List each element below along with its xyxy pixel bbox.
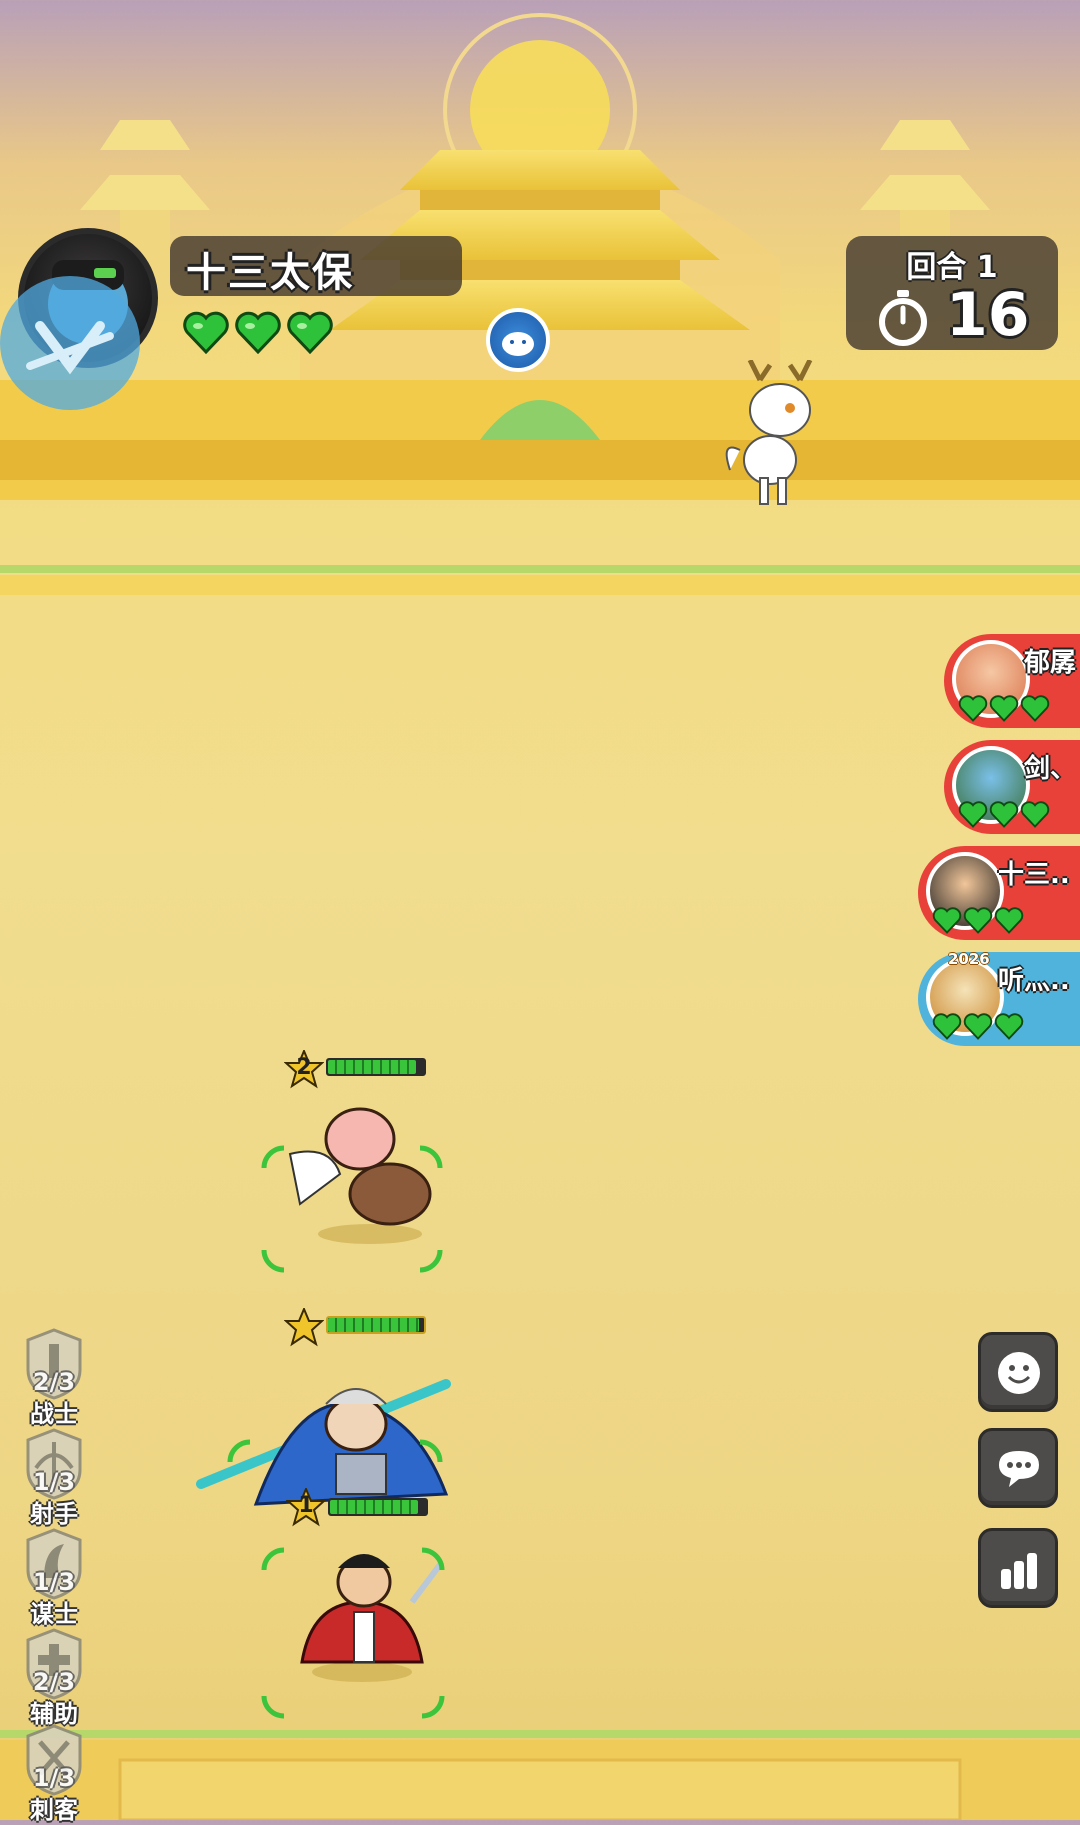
pet-icon — [502, 332, 534, 356]
unit-level-badge: 1 — [285, 1486, 327, 1528]
stats-button[interactable] — [978, 1528, 1058, 1608]
heart-icon — [994, 1013, 1024, 1040]
heart-icon — [235, 311, 281, 354]
stats-icon — [1001, 1553, 1037, 1589]
opponent-name: 十三.. — [998, 860, 1070, 890]
chat-button[interactable] — [978, 1428, 1058, 1508]
opponent-entry[interactable]: 郁孱 — [944, 634, 1080, 728]
opponent-tag: 2026 — [948, 950, 990, 968]
unit-pig-warrior[interactable]: 2 — [250, 1044, 470, 1274]
arena-border — [0, 1730, 1080, 1820]
target-corner-icon — [419, 1439, 443, 1463]
class-label: 战士 — [30, 1400, 78, 1428]
target-corner-icon — [227, 1439, 251, 1463]
target-corner-icon — [419, 1145, 443, 1169]
target-corner-icon — [421, 1547, 445, 1571]
heart-icon — [1020, 695, 1050, 722]
unit-swordsman[interactable]: 1 — [252, 1486, 472, 1728]
unit-level-badge: 2 — [283, 1048, 325, 1090]
target-corner-icon — [261, 1145, 285, 1169]
heart-icon — [994, 907, 1024, 934]
player-name: 十三太保 — [186, 250, 354, 296]
opponent-hearts — [932, 906, 1024, 934]
class-assassin[interactable]: 1/3 刺客 — [24, 1724, 84, 1824]
chat-icon — [999, 1451, 1039, 1487]
target-corner-icon — [261, 1249, 285, 1273]
star-badge-icon — [283, 1306, 325, 1347]
class-archer[interactable]: 1/3 射手 — [24, 1428, 84, 1528]
class-count: 1/3 — [32, 1568, 76, 1596]
opponent-entry[interactable]: 剑、 — [944, 740, 1080, 834]
heart-icon — [963, 907, 993, 934]
class-count: 1/3 — [32, 1468, 76, 1496]
class-label: 射手 — [30, 1500, 78, 1528]
opponent-hearts — [932, 1012, 1024, 1040]
player-hearts — [182, 310, 334, 354]
unit-hp-bar — [328, 1498, 428, 1516]
heart-icon — [287, 311, 333, 354]
heart-icon — [958, 801, 988, 828]
target-corner-icon — [419, 1249, 443, 1273]
class-strategist[interactable]: 1/3 谋士 — [24, 1528, 84, 1628]
watermark-logo — [0, 276, 140, 410]
class-support[interactable]: 2/3 辅助 — [24, 1628, 84, 1728]
class-count: 2/3 — [32, 1368, 76, 1396]
opponent-entry[interactable]: 2026 听灬.. — [918, 950, 1080, 1046]
opponent-hearts — [958, 800, 1050, 828]
opponent-hearts — [958, 694, 1050, 722]
heart-icon — [932, 1013, 962, 1040]
class-count: 1/3 — [32, 1764, 76, 1792]
target-corner-icon — [261, 1695, 285, 1719]
stopwatch-icon — [879, 290, 927, 346]
heart-icon — [932, 907, 962, 934]
pet-badge[interactable] — [486, 308, 550, 372]
unit-level-badge — [283, 1306, 325, 1348]
opponent-name: 听灬.. — [998, 966, 1070, 996]
target-corner-icon — [421, 1695, 445, 1719]
unit-general[interactable] — [196, 1304, 466, 1514]
class-warrior[interactable]: 2/3 战士 — [24, 1328, 84, 1428]
heart-icon — [989, 695, 1019, 722]
heart-icon — [183, 311, 229, 354]
heart-icon — [989, 801, 1019, 828]
opponent-name: 郁孱 — [1024, 648, 1077, 678]
heart-icon — [958, 695, 988, 722]
opponent-name: 剑、 — [1024, 754, 1077, 784]
heart-icon — [963, 1013, 993, 1040]
heart-icon — [1020, 801, 1050, 828]
emoji-icon — [998, 1352, 1040, 1394]
unit-hp-bar — [326, 1316, 426, 1334]
unit-hp-bar — [326, 1058, 426, 1076]
class-count: 2/3 — [32, 1668, 76, 1696]
deer-pet-sprite — [725, 360, 813, 505]
timer-value: 16 — [946, 280, 1030, 350]
target-corner-icon — [261, 1547, 285, 1571]
class-label: 谋士 — [30, 1600, 78, 1628]
logo-icon — [26, 321, 114, 375]
opponent-entry[interactable]: 十三.. — [918, 846, 1080, 940]
emoji-button[interactable] — [978, 1332, 1058, 1412]
